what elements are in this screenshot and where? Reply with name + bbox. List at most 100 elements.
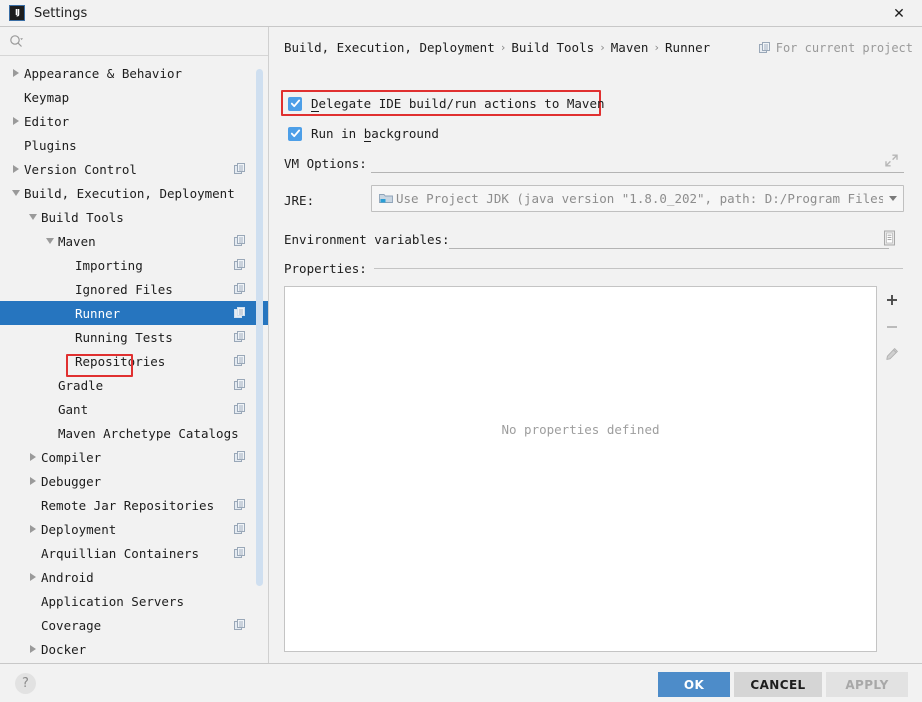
sidebar-item-label: Build Tools <box>41 209 124 225</box>
chevron-down-icon[interactable] <box>44 236 55 247</box>
jre-label: JRE: <box>284 193 315 208</box>
breadcrumb-item-1[interactable]: Build Tools <box>511 40 594 55</box>
vm-options-field[interactable] <box>371 151 904 173</box>
sidebar-item-label: Importing <box>75 257 143 273</box>
sidebar-item-plugins[interactable]: Plugins <box>0 133 268 157</box>
run-in-background-checkbox-row[interactable]: Run in background <box>288 126 439 142</box>
chevron-right-icon[interactable] <box>10 164 21 175</box>
sidebar-item-running-tests[interactable]: Running Tests <box>0 325 268 349</box>
project-scope-icon <box>234 355 246 367</box>
help-icon[interactable]: ? <box>15 673 36 694</box>
project-scope-icon <box>234 259 246 271</box>
project-scope-icon <box>234 547 246 559</box>
chevron-right-icon[interactable] <box>27 452 38 463</box>
sidebar-item-label: Build, Execution, Deployment <box>24 185 235 201</box>
chevron-right-icon[interactable] <box>27 644 38 655</box>
sidebar-scrollbar[interactable] <box>256 69 263 586</box>
sidebar-item-ignored-files[interactable]: Ignored Files <box>0 277 268 301</box>
vm-options-label: VM Options: <box>284 156 367 171</box>
delegate-checkbox[interactable] <box>288 96 302 111</box>
chevron-right-icon[interactable] <box>27 572 38 583</box>
sidebar-item-appearance-behavior[interactable]: Appearance & Behavior <box>0 61 268 85</box>
sidebar-item-gant[interactable]: Gant <box>0 397 268 421</box>
sidebar-item-label: Gant <box>58 401 89 417</box>
sidebar-item-debugger[interactable]: Debugger <box>0 469 268 493</box>
sidebar-item-deployment[interactable]: Deployment <box>0 517 268 541</box>
chevron-right-icon[interactable] <box>27 524 38 535</box>
edit-property-button[interactable] <box>878 340 906 367</box>
settings-main-panel: Build, Execution, Deployment › Build Too… <box>269 27 922 663</box>
sidebar-item-importing[interactable]: Importing <box>0 253 268 277</box>
chevron-right-icon[interactable] <box>27 476 38 487</box>
folder-icon <box>379 192 393 205</box>
chevron-down-icon[interactable] <box>27 212 38 223</box>
browse-list-icon[interactable] <box>883 230 899 248</box>
sidebar-item-remote-jar-repositories[interactable]: Remote Jar Repositories <box>0 493 268 517</box>
sidebar-item-maven-archetype-catalogs[interactable]: Maven Archetype Catalogs <box>0 421 268 445</box>
chevron-down-icon[interactable] <box>883 186 903 211</box>
search-row <box>0 27 268 56</box>
intellij-idea-logo-icon: IJ <box>9 5 25 21</box>
sidebar-item-label: Runner <box>75 305 121 321</box>
chevron-down-icon[interactable] <box>10 188 21 199</box>
expand-icon[interactable] <box>884 153 900 169</box>
sidebar-item-repositories[interactable]: Repositories <box>0 349 268 373</box>
project-scope-icon <box>234 619 246 631</box>
sidebar-item-maven[interactable]: Maven <box>0 229 268 253</box>
ok-button[interactable]: OK <box>658 672 730 697</box>
sidebar-item-build-tools[interactable]: Build Tools <box>0 205 268 229</box>
sidebar-item-label: Coverage <box>41 617 102 633</box>
delegate-mnemonic: D <box>311 96 319 112</box>
sidebar-item-label: Debugger <box>41 473 102 489</box>
jre-combobox[interactable]: Use Project JDK (java version "1.8.0_202… <box>371 185 904 212</box>
environment-variables-field[interactable] <box>449 227 889 249</box>
project-scope-icon <box>234 499 246 511</box>
sidebar-item-application-servers[interactable]: Application Servers <box>0 589 268 613</box>
sidebar-item-compiler[interactable]: Compiler <box>0 445 268 469</box>
properties-empty-message: No properties defined <box>501 422 660 437</box>
sidebar-item-docker[interactable]: Docker <box>0 637 268 661</box>
sidebar-item-editor[interactable]: Editor <box>0 109 268 133</box>
chevron-right-icon: › <box>653 41 661 54</box>
sidebar-item-label: Deployment <box>41 521 117 537</box>
sidebar-item-android[interactable]: Android <box>0 565 268 589</box>
close-icon[interactable]: ✕ <box>876 0 922 27</box>
run-in-background-checkbox[interactable] <box>288 126 302 141</box>
sidebar-item-build-execution-deployment[interactable]: Build, Execution, Deployment <box>0 181 268 205</box>
search-input[interactable] <box>24 30 268 52</box>
settings-tree: Appearance & Behavior Keymap Editor Plugins… <box>0 56 268 663</box>
chevron-right-icon[interactable] <box>10 68 21 79</box>
add-property-button[interactable] <box>878 286 906 313</box>
sidebar-item-coverage[interactable]: Coverage <box>0 613 268 637</box>
breadcrumb-item-0[interactable]: Build, Execution, Deployment <box>284 40 495 55</box>
project-scope-icon <box>234 523 246 535</box>
sidebar-item-arquillian-containers[interactable]: Arquillian Containers <box>0 541 268 565</box>
sidebar-item-label: Plugins <box>24 137 77 153</box>
sidebar-item-runner[interactable]: Runner <box>0 301 268 325</box>
sidebar-item-keymap[interactable]: Keymap <box>0 85 268 109</box>
project-scope-icon <box>234 307 246 319</box>
search-icon <box>8 33 24 49</box>
sidebar-item-gradle[interactable]: Gradle <box>0 373 268 397</box>
sidebar-item-label: Ignored Files <box>75 281 173 297</box>
delegate-checkbox-row[interactable]: Delegate IDE build/run actions to Maven <box>288 96 605 112</box>
cancel-button[interactable]: CANCEL <box>734 672 822 697</box>
environment-variables-label: Environment variables: <box>284 232 450 247</box>
chevron-right-icon[interactable] <box>10 116 21 127</box>
sidebar-item-label: Version Control <box>24 161 137 177</box>
dialog-footer: ? OK CANCEL APPLY <box>0 663 922 702</box>
breadcrumb-item-3[interactable]: Runner <box>665 40 710 55</box>
sidebar-item-version-control[interactable]: Version Control <box>0 157 268 181</box>
delegate-checkbox-label: Delegate IDE build/run actions to Maven <box>311 96 605 112</box>
breadcrumb-item-2[interactable]: Maven <box>611 40 649 55</box>
properties-panel[interactable]: No properties defined <box>284 286 877 652</box>
remove-property-button[interactable] <box>878 313 906 340</box>
